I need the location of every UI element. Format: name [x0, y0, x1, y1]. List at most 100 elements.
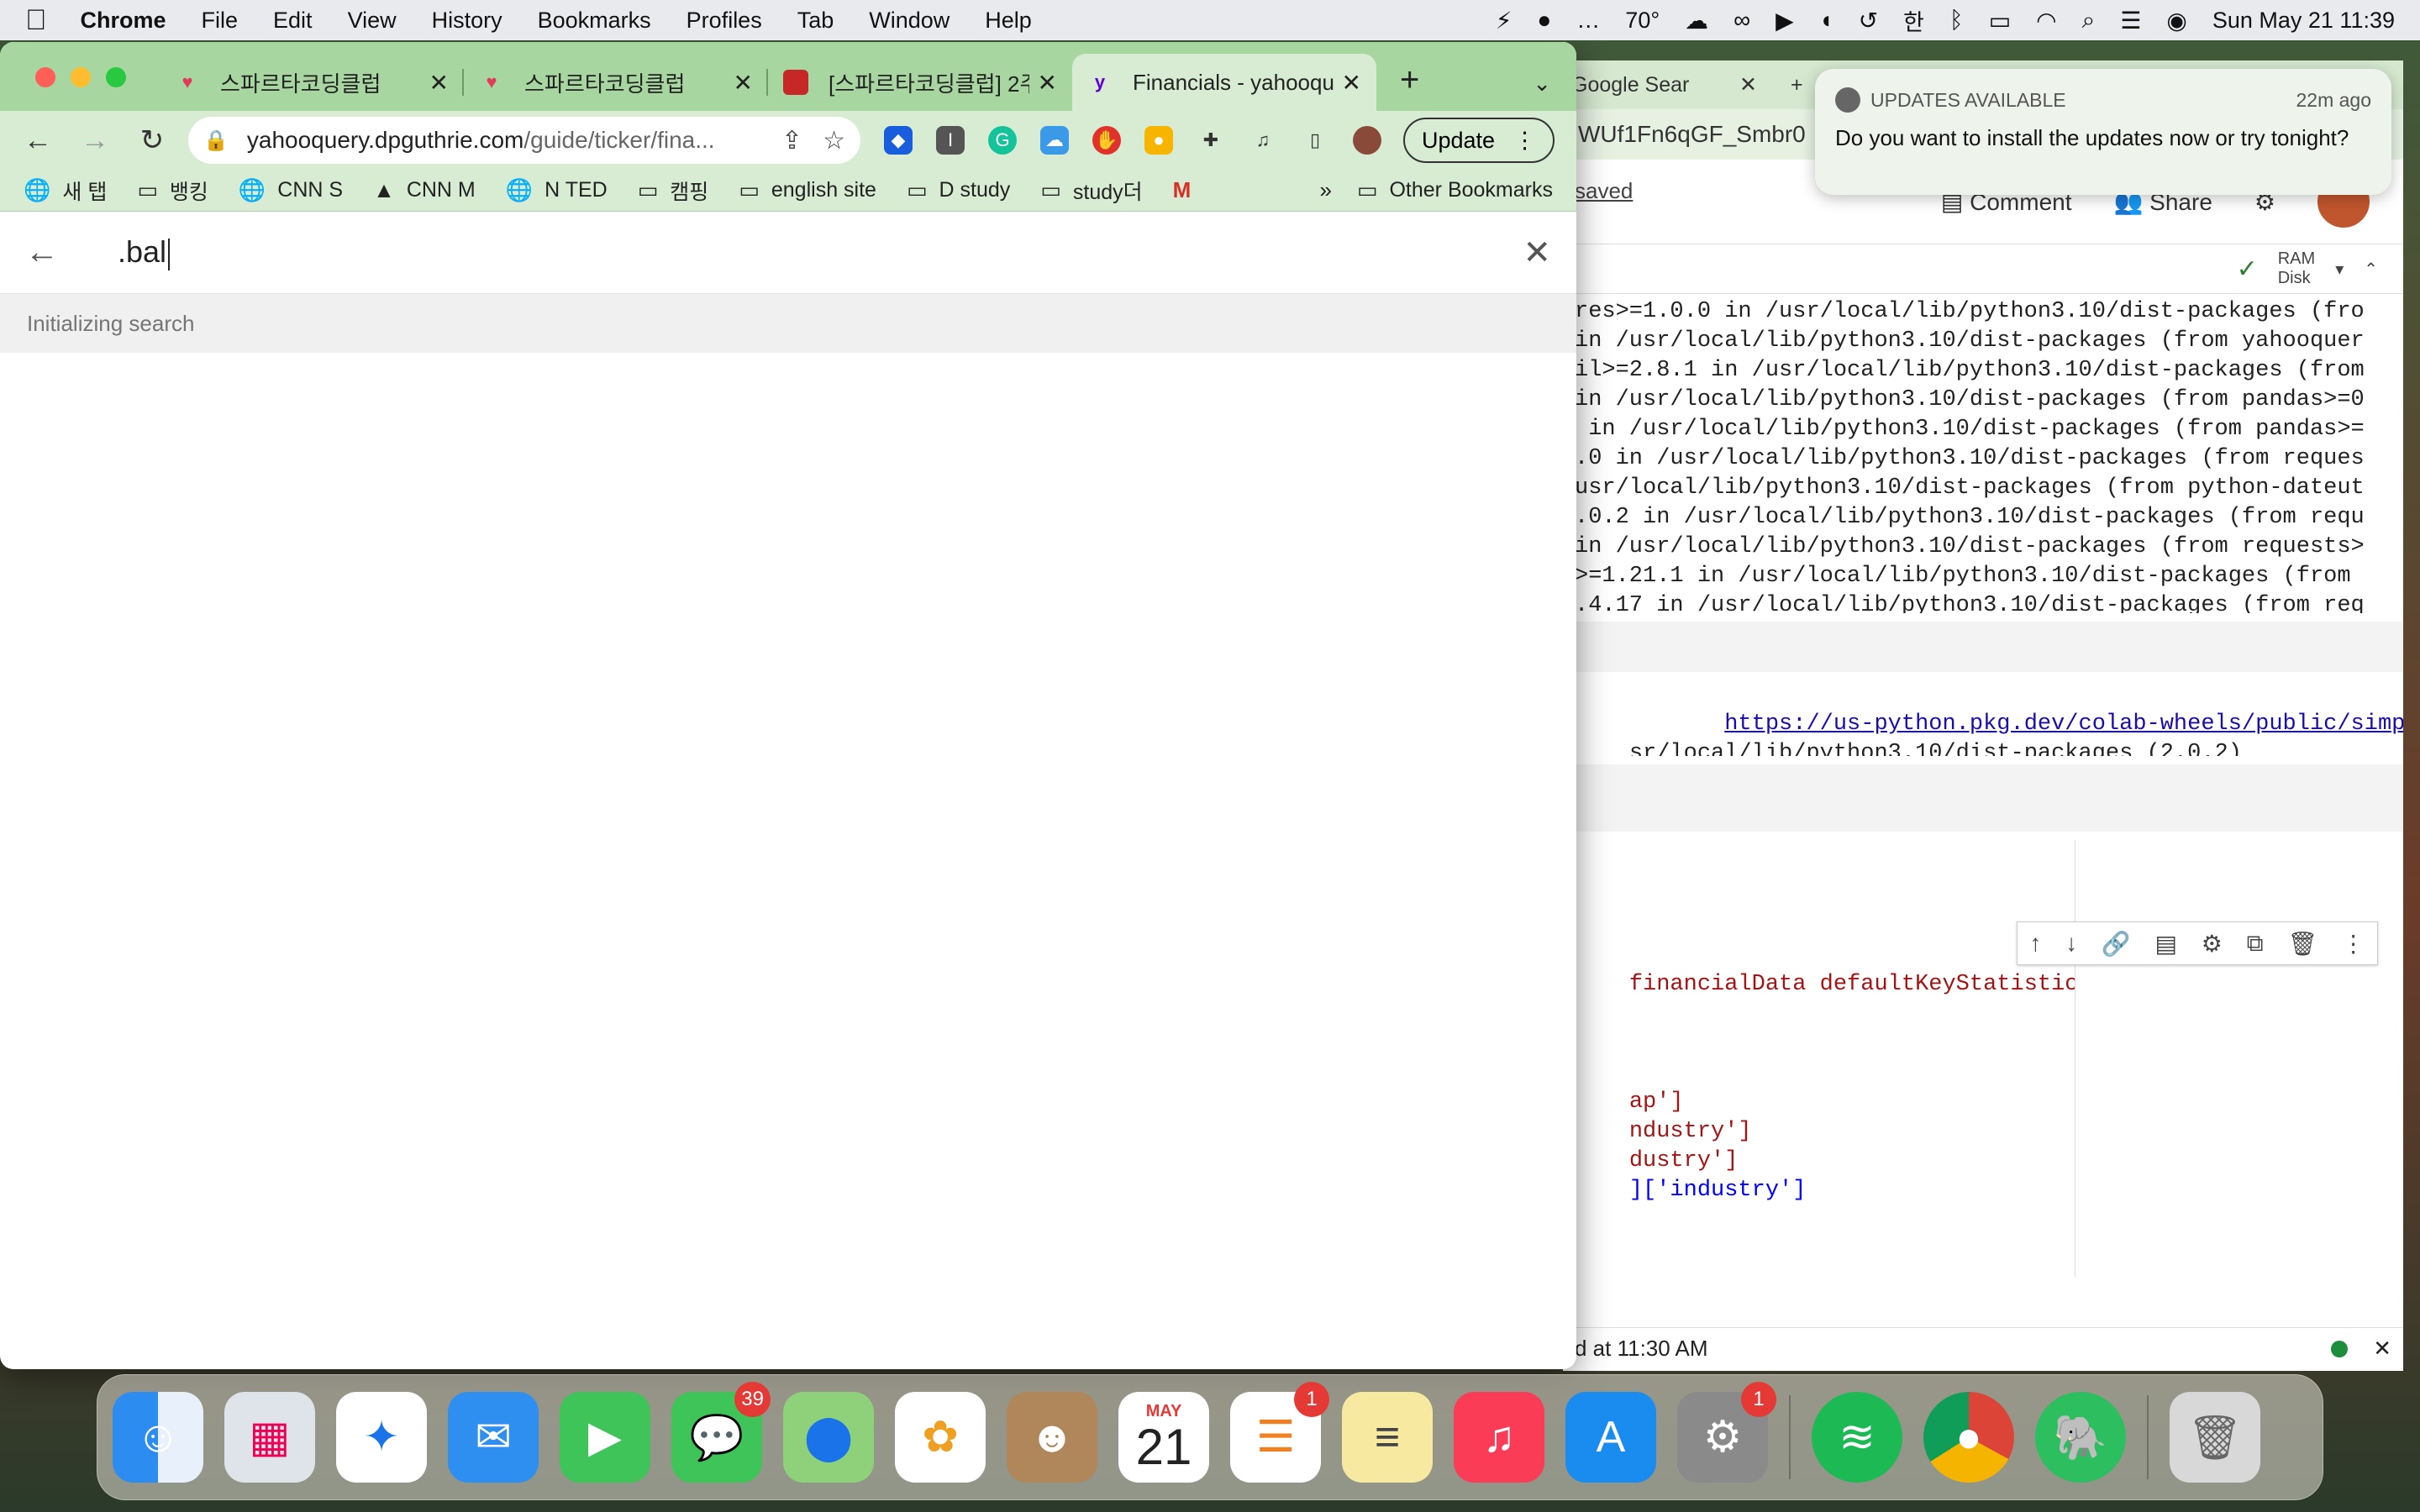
bitwarden-extension-icon[interactable]: ◆ [884, 126, 913, 155]
bookmark-item[interactable]: 🌐 CNN S [239, 177, 343, 203]
icloud-extension-icon[interactable]: ☁ [1040, 126, 1069, 155]
menu-window[interactable]: Window [869, 8, 950, 34]
calendar-dock-icon[interactable]: MAY 21 [1118, 1392, 1209, 1483]
reload-icon[interactable]: ↻ [131, 123, 173, 157]
close-search-icon[interactable]: ✕ [1523, 234, 1551, 272]
bookmark-item[interactable]: ▭ 뱅킹 [137, 176, 208, 206]
siri-icon[interactable]: ◉ [2166, 7, 2186, 34]
new-tab-button[interactable]: + [1400, 61, 1419, 99]
arrow-up-icon[interactable]: ↑ [2029, 930, 2041, 957]
gear-icon[interactable]: ⚙ [2202, 930, 2223, 958]
menu-app-chrome[interactable]: Chrome [81, 8, 166, 34]
side-panel-icon[interactable]: ▯ [1301, 126, 1329, 155]
menubar-clock[interactable]: Sun May 21 11:39 [2212, 8, 2395, 34]
menu-profiles[interactable]: Profiles [687, 8, 762, 34]
close-icon[interactable]: ✕ [2373, 1336, 2391, 1362]
tab-sparta-week2[interactable]: [스파르타코딩클럽] 2주 ✕ [768, 54, 1072, 111]
bookmark-item[interactable]: 🌐 새 탭 [24, 176, 107, 206]
bookmark-item[interactable]: ▲ CNN M [373, 177, 476, 203]
evernote-status-icon[interactable]: ● [1537, 7, 1551, 34]
lightbulb-extension-icon[interactable]: ● [1144, 126, 1173, 155]
bookmark-item[interactable]: 🌐 N TED [506, 177, 608, 203]
battery-icon[interactable]: ▭ [1989, 7, 2011, 34]
spotify-dock-icon[interactable]: ≋ [1812, 1392, 1902, 1483]
wifi-icon[interactable]: ◠ [2036, 7, 2056, 34]
maps-dock-icon[interactable]: ⬤ [783, 1392, 874, 1483]
code-cell[interactable]: financialData defaultKeyStatistics' ap']… [1563, 840, 2075, 1277]
address-bar[interactable]: 🔒 yahooquery.dpguthrie.com/guide/ticker/… [188, 117, 860, 164]
messages-dock-icon[interactable]: 💬 39 [671, 1382, 771, 1483]
time-machine-icon[interactable]: ↺ [1859, 7, 1878, 34]
grammarly-extension-icon[interactable]: G [988, 126, 1017, 155]
launchpad-dock-icon[interactable]: ▦ [224, 1392, 315, 1483]
reminders-dock-icon[interactable]: ☰ 1 [1230, 1382, 1329, 1483]
mail-dock-icon[interactable]: ✉ [448, 1392, 539, 1483]
menu-view[interactable]: View [348, 8, 397, 34]
bookmark-item[interactable]: ▭ 캠핑 [638, 176, 709, 206]
menu-history[interactable]: History [432, 8, 502, 34]
trash-icon[interactable]: 🗑 [2287, 930, 2317, 958]
saved-link[interactable]: saved [1575, 178, 1633, 204]
extensions-puzzle-icon[interactable]: ✚ [1197, 126, 1225, 155]
evernote-dock-icon[interactable]: 🐘 [2035, 1392, 2126, 1483]
search-input[interactable]: .bal [118, 234, 1523, 270]
profile-avatar[interactable] [1353, 126, 1381, 155]
close-window-button[interactable] [35, 67, 55, 87]
update-chrome-button[interactable]: Update ⋮ [1403, 118, 1555, 163]
index-url-link[interactable]: https://us-python.pkg.dev/colab-wheels/p… [1724, 711, 2403, 737]
bluetooth-icon[interactable]: ᛒ [1949, 7, 1964, 34]
system-preferences-dock-icon[interactable]: ⚙ 1 [1677, 1382, 1776, 1483]
chevron-down-icon[interactable]: ▾ [2335, 259, 2344, 280]
media-control-icon[interactable]: ♫ [1249, 126, 1277, 155]
menu-edit[interactable]: Edit [273, 8, 313, 34]
music-dock-icon[interactable]: ♫ [1454, 1392, 1544, 1483]
lock-icon[interactable]: 🔒 [203, 129, 229, 153]
adblock-extension-icon[interactable]: ✋ [1092, 126, 1121, 155]
spotlight-search-icon[interactable]: ⌕ [2082, 7, 2096, 34]
bookmark-item[interactable]: ▭ english site [739, 177, 876, 203]
mirror-cell-icon[interactable]: ⧉ [2247, 930, 2264, 958]
tab-search-chevron-icon[interactable]: ⌄ [1533, 71, 1551, 97]
finder-dock-icon[interactable]: ☺ [113, 1392, 203, 1483]
close-tab-icon[interactable]: ✕ [734, 69, 753, 97]
chevron-up-icon[interactable]: ⌃ [2364, 259, 2378, 280]
more-vert-icon[interactable]: ⋮ [2342, 930, 2365, 958]
notes-dock-icon[interactable]: ≡ [1342, 1392, 1433, 1483]
bookmark-item[interactable]: ▭ D study [907, 177, 1010, 203]
contacts-dock-icon[interactable]: ☻ [1007, 1392, 1097, 1483]
share-icon[interactable]: ⇪ [781, 126, 802, 155]
play-icon[interactable]: ▶ [1776, 7, 1794, 34]
update-notification[interactable]: UPDATES AVAILABLE 22m ago Do you want to… [1815, 69, 2391, 195]
back-arrow-icon[interactable]: ← [25, 234, 67, 271]
bookmark-star-icon[interactable]: ☆ [823, 126, 845, 155]
url-text[interactable]: yahooquery.dpguthrie.com/guide/ticker/fi… [247, 127, 761, 154]
close-tab-icon[interactable]: ✕ [1342, 69, 1361, 97]
tab-sparta-2[interactable]: ♥ 스파르타코딩클럽 ✕ [464, 54, 768, 111]
control-center-icon[interactable]: ☰ [2120, 7, 2141, 34]
more-status-icon[interactable]: … [1576, 7, 1600, 34]
input-source-indicator[interactable]: 한 [1903, 4, 1924, 37]
arrow-down-icon[interactable]: ↓ [2065, 930, 2077, 957]
bookmark-item[interactable]: M [1173, 177, 1203, 203]
vectorworks-status-icon[interactable]: ⚡ [1496, 7, 1512, 34]
link-icon[interactable]: 🔗 [2102, 930, 2131, 958]
chrome-dock-icon[interactable]: ● [1923, 1392, 2014, 1483]
comment-icon[interactable]: ▤ [2155, 930, 2177, 958]
airpods-icon[interactable]: ◖ [1819, 7, 1833, 34]
temperature-readout[interactable]: 70° [1625, 8, 1660, 34]
menu-help[interactable]: Help [985, 8, 1032, 34]
trash-dock-icon[interactable]: 🗑 [2170, 1392, 2260, 1483]
menu-tab[interactable]: Tab [797, 8, 834, 34]
bookmarks-overflow-chevron[interactable]: » [1319, 177, 1331, 203]
menu-bookmarks[interactable]: Bookmarks [538, 8, 651, 34]
close-icon[interactable]: ✕ [1739, 72, 1757, 97]
apple-menu-icon[interactable]:  [25, 4, 47, 37]
other-bookmarks-folder[interactable]: ▭ Other Bookmarks [1357, 177, 1553, 203]
app-store-dock-icon[interactable]: A [1565, 1392, 1656, 1483]
minimize-window-button[interactable] [71, 67, 91, 87]
safari-dock-icon[interactable]: ✦ [336, 1392, 427, 1483]
photos-dock-icon[interactable]: ✿ [895, 1392, 986, 1483]
tab-sparta-1[interactable]: ♥ 스파르타코딩클럽 ✕ [160, 54, 464, 111]
ram-disk-row[interactable]: ✓ RAM Disk ▾ ⌃ [1563, 244, 2403, 294]
tab-financials-yahooquery[interactable]: y Financials - yahooqu ✕ [1072, 54, 1376, 111]
